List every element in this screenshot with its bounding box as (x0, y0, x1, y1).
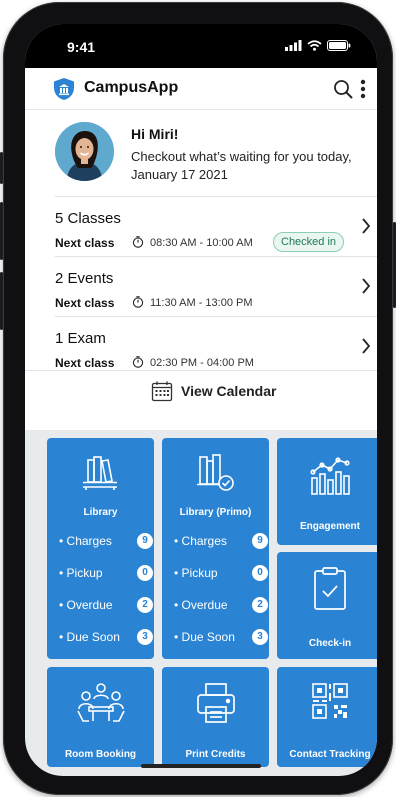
volume-up-button (0, 202, 3, 260)
stat-label: • Pickup (59, 566, 103, 580)
books-check-icon (197, 454, 234, 491)
signal-icon (285, 40, 302, 51)
stat-count-badge: 0 (252, 565, 268, 581)
schedule-row-exams[interactable]: 1 Exam Next class 02:30 PM - 04:00 PM (55, 316, 377, 376)
stat-overdue: • Overdue 2 (59, 597, 153, 630)
view-calendar-button[interactable]: View Calendar (25, 370, 377, 412)
view-calendar-label: View Calendar (181, 383, 277, 399)
greeting-subtitle: Checkout what’s waiting for you today, J… (131, 149, 352, 182)
schedule-count: 5 Classes (55, 210, 121, 227)
clipboard-check-icon (314, 567, 346, 610)
stat-count-badge: 2 (137, 597, 153, 613)
next-class-time: 08:30 AM - 10:00 AM (150, 237, 253, 249)
next-class-label: Next class (55, 356, 115, 370)
stat-label: • Due Soon (174, 630, 235, 644)
app-title: CampusApp (84, 79, 179, 96)
schedule-row-events[interactable]: 2 Events Next class 11:30 AM - 13:00 PM (55, 256, 377, 316)
campus-shield-icon (54, 78, 74, 100)
stat-count-badge: 9 (137, 533, 153, 549)
engagement-tile[interactable]: Engagement (277, 438, 377, 545)
stat-overdue: • Overdue 2 (174, 597, 268, 630)
bar-chart-icon (310, 457, 350, 495)
tile-title: Room Booking (64, 749, 137, 760)
next-class-time: 11:30 AM - 13:00 PM (150, 297, 253, 309)
stat-count-badge: 9 (252, 533, 268, 549)
stat-label: • Overdue (174, 598, 228, 612)
stat-due-soon: • Due Soon 3 (174, 629, 268, 662)
stat-label: • Charges (59, 534, 112, 548)
status-badge: Checked in (273, 232, 345, 252)
qr-code-icon (312, 683, 348, 719)
library-primo-tile[interactable]: Library (Primo) • Charges 9 • Pickup 0 •… (162, 438, 269, 659)
print-credits-tile[interactable]: Print Credits (162, 667, 269, 767)
timer-icon (132, 236, 144, 248)
tile-title: Library (Primo) (179, 507, 252, 518)
status-time: 9:41 (67, 39, 96, 55)
stat-due-soon: • Due Soon 3 (59, 629, 153, 662)
volume-down-button (0, 272, 3, 330)
greeting-title: Hi Miri! (131, 126, 179, 142)
stat-count-badge: 3 (252, 629, 268, 645)
screen: 9:41 CampusApp Hi Miri! Checkout what’s … (25, 24, 377, 776)
calendar-icon (151, 381, 173, 402)
tile-title: Check-in (308, 638, 352, 649)
chevron-right-icon[interactable] (361, 277, 371, 295)
avatar-photo (55, 122, 114, 181)
avatar[interactable] (55, 122, 114, 181)
stat-label: • Due Soon (59, 630, 120, 644)
stat-label: • Charges (174, 534, 227, 548)
next-class-label: Next class (55, 296, 115, 310)
tile-title: Print Credits (185, 749, 246, 760)
home-indicator (141, 764, 261, 768)
stat-pickup: • Pickup 0 (59, 565, 153, 598)
stat-count-badge: 0 (137, 565, 153, 581)
printer-icon (197, 683, 235, 723)
phone-frame: 9:41 CampusApp Hi Miri! Checkout what’s … (0, 2, 396, 795)
wifi-icon (307, 40, 322, 51)
stat-pickup: • Pickup 0 (174, 565, 268, 598)
status-icons (285, 40, 351, 51)
next-class-time: 02:30 PM - 04:00 PM (150, 357, 254, 369)
check-in-tile[interactable]: Check-in (277, 552, 377, 659)
contact-tracking-tile[interactable]: Contact Tracking (277, 667, 377, 767)
room-booking-tile[interactable]: Room Booking (47, 667, 154, 767)
schedule-count: 1 Exam (55, 330, 106, 347)
schedule-row-classes[interactable]: 5 Classes Next class 08:30 AM - 10:00 AM… (55, 196, 377, 256)
stat-label: • Overdue (59, 598, 113, 612)
library-primo-stats: • Charges 9 • Pickup 0 • Overdue 2 • Due… (174, 533, 268, 662)
search-icon[interactable] (333, 79, 353, 99)
timer-icon (132, 296, 144, 308)
stat-charges: • Charges 9 (174, 533, 268, 566)
battery-icon (327, 40, 351, 51)
tile-title: Engagement (299, 521, 360, 532)
schedule-count: 2 Events (55, 270, 114, 287)
status-bar: 9:41 (25, 24, 377, 68)
library-stats: • Charges 9 • Pickup 0 • Overdue 2 • Due… (59, 533, 153, 662)
stat-charges: • Charges 9 (59, 533, 153, 566)
tile-title: Contact Tracking (289, 749, 371, 760)
app-bar: CampusApp (25, 68, 377, 110)
library-tile[interactable]: Library • Charges 9 • Pickup 0 • Overdue… (47, 438, 154, 659)
stat-count-badge: 3 (137, 629, 153, 645)
chevron-right-icon[interactable] (361, 337, 371, 355)
chevron-right-icon[interactable] (361, 217, 371, 235)
more-vertical-icon[interactable] (358, 78, 368, 100)
meeting-table-icon (77, 683, 125, 722)
books-on-shelf-icon (83, 456, 117, 490)
today-card: Hi Miri! Checkout what’s waiting for you… (25, 110, 377, 430)
stat-label: • Pickup (174, 566, 218, 580)
next-class-label: Next class (55, 236, 115, 250)
timer-icon (132, 356, 144, 368)
tile-title: Library (83, 507, 118, 518)
stat-count-badge: 2 (252, 597, 268, 613)
mute-switch (0, 152, 3, 184)
